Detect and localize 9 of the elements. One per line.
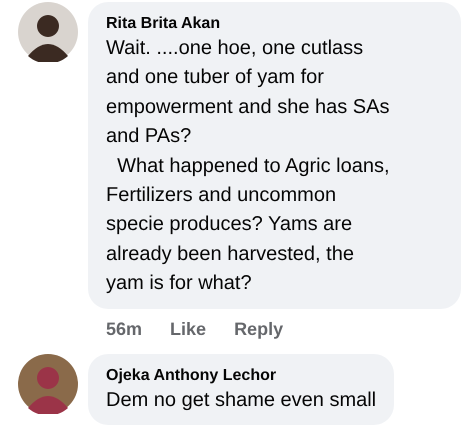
- comment-text: Dem no get shame even small: [106, 388, 376, 413]
- avatar-icon[interactable]: [18, 354, 78, 414]
- author-name[interactable]: Rita Brita Akan: [106, 14, 443, 34]
- timestamp: 56m: [106, 318, 142, 340]
- comment-text: Wait. ....one hoe, one cutlass and one tuber of yam for empowerment and she has SAs and PAs? What happened to Agric loans, Fertilizers and uncommon specie produces? Yams are already been harvested, the yam is for what?: [106, 36, 391, 296]
- avatar-icon[interactable]: [18, 2, 78, 62]
- action-link[interactable]: Like: [170, 318, 206, 340]
- action-link[interactable]: Reply: [234, 318, 284, 340]
- author-name[interactable]: Ojeka Anthony Lechor: [106, 366, 376, 386]
